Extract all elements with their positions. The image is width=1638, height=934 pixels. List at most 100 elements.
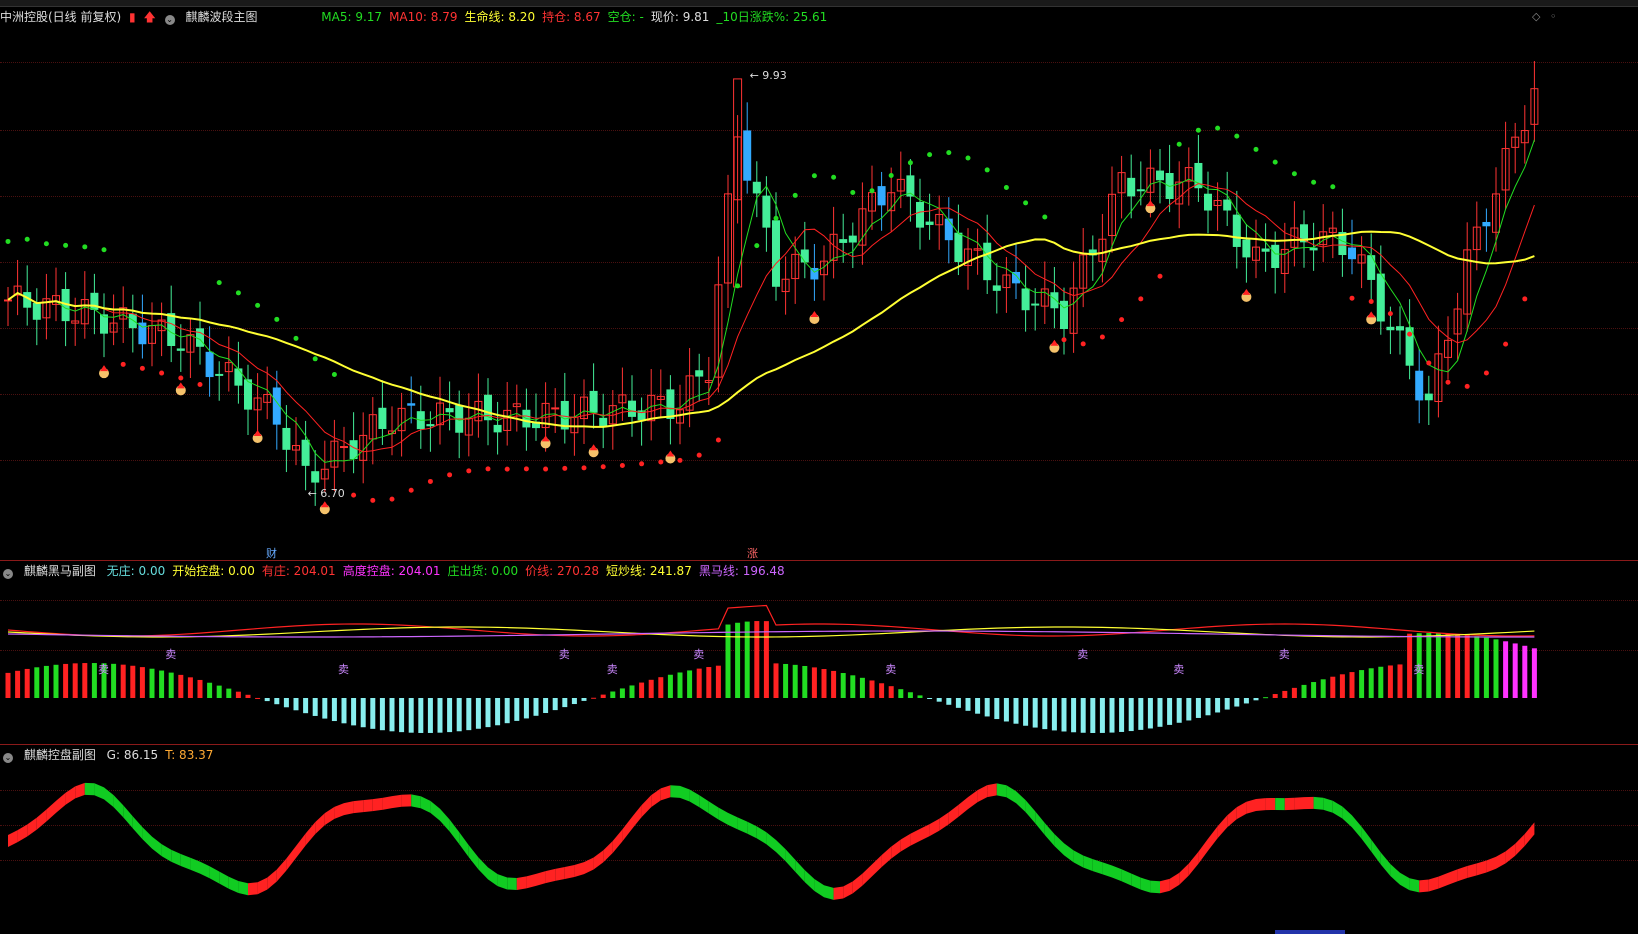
stop-dot-red xyxy=(370,497,376,503)
heima-bar xyxy=(341,698,347,724)
heima-bar xyxy=(984,698,990,717)
kongpan-band xyxy=(132,816,143,840)
stop-dot-red xyxy=(447,472,453,478)
heima-bar xyxy=(1330,676,1336,698)
stop-dot-red xyxy=(1445,379,1451,385)
kongpan-band xyxy=(209,866,220,884)
stop-dot-red xyxy=(1407,331,1413,337)
candle-body xyxy=(1021,288,1030,311)
heima-bar xyxy=(1349,672,1355,698)
stop-dot-red xyxy=(1349,295,1355,301)
heima-bar xyxy=(72,663,78,698)
heima-bar xyxy=(255,697,261,699)
heima-bar xyxy=(1176,698,1182,723)
heima-bar xyxy=(168,672,174,698)
kongpan-band xyxy=(1284,797,1295,811)
heima-bar xyxy=(639,682,645,698)
kongpan-band xyxy=(593,850,604,870)
heima-bar xyxy=(1099,698,1105,733)
candle-body xyxy=(4,299,12,302)
candle-body xyxy=(1396,326,1404,331)
heima-bar xyxy=(715,665,721,698)
heima-bar xyxy=(1263,697,1269,699)
kongpan-band xyxy=(996,783,1007,798)
stop-dot-red xyxy=(197,382,203,388)
candle-body xyxy=(301,439,310,466)
kongpan-band xyxy=(1073,850,1084,868)
buy-arrow-icon xyxy=(1242,288,1251,295)
kongpan-band xyxy=(1035,811,1045,835)
kongpan-band xyxy=(1083,855,1093,872)
scroll-indicator[interactable] xyxy=(1275,930,1345,934)
heima-bar xyxy=(82,663,88,698)
candlestick-chart[interactable]: ← 9.93 ← 6.70 财 涨 xyxy=(0,0,1638,560)
candle-body xyxy=(772,220,780,287)
kongpan-band xyxy=(843,881,853,899)
stop-dot-green xyxy=(1311,179,1317,185)
heima-bar xyxy=(399,698,405,733)
heima-bar xyxy=(312,698,318,716)
kongpan-band xyxy=(1246,798,1256,814)
heima-bar xyxy=(1167,698,1173,725)
heima-bar xyxy=(735,622,741,698)
kongpan-band xyxy=(171,849,181,866)
candle-body xyxy=(196,328,204,347)
heima-bar xyxy=(235,691,241,698)
kongpan-band xyxy=(1256,798,1266,811)
candle-body xyxy=(1136,189,1145,192)
stop-dot-green xyxy=(5,238,11,244)
heima-bar xyxy=(1464,635,1470,698)
kongpan-subchart[interactable] xyxy=(0,745,1638,931)
kongpan-band xyxy=(56,792,66,813)
heima-bar xyxy=(907,692,913,698)
heima-bar xyxy=(216,685,222,698)
heima-bar xyxy=(888,686,894,698)
kongpan-band xyxy=(977,785,988,803)
kongpan-band xyxy=(497,874,508,890)
candle-body xyxy=(916,201,924,228)
candle-body xyxy=(800,249,809,263)
heima-bar xyxy=(850,675,856,698)
stop-dot-green xyxy=(1195,127,1201,133)
heima-subchart[interactable]: 卖卖卖卖卖卖卖卖卖卖卖 xyxy=(0,560,1638,740)
stop-dot-green xyxy=(1234,133,1240,139)
kongpan-band xyxy=(814,879,824,898)
kongpan-band xyxy=(440,808,450,832)
stop-dot-red xyxy=(178,375,184,381)
kongpan-band xyxy=(180,853,191,870)
kongpan-band xyxy=(612,829,623,853)
heima-bar xyxy=(936,698,942,702)
kongpan-band xyxy=(190,857,200,874)
stop-dot-red xyxy=(504,466,510,472)
stop-dot-green xyxy=(735,283,741,289)
stop-dot-green xyxy=(927,152,933,158)
buy-arrow-icon xyxy=(541,435,550,442)
stop-dot-green xyxy=(1003,184,1009,190)
stop-dot-green xyxy=(1023,200,1029,206)
heima-bar xyxy=(1147,698,1153,729)
kongpan-band xyxy=(411,794,421,809)
kongpan-band xyxy=(75,782,85,799)
kongpan-band xyxy=(305,822,316,846)
kongpan-band xyxy=(584,857,594,875)
kongpan-band xyxy=(1486,856,1496,873)
kongpan-band xyxy=(872,855,882,877)
kongpan-band xyxy=(708,801,719,820)
candle-body xyxy=(1050,292,1059,309)
kongpan-band xyxy=(420,796,431,813)
heima-bar xyxy=(178,674,184,698)
stop-dot-red xyxy=(715,437,721,443)
kongpan-band xyxy=(1016,791,1026,813)
heima-bar xyxy=(831,670,837,698)
kongpan-band xyxy=(507,877,517,890)
heima-bar xyxy=(456,698,462,732)
candle-body xyxy=(378,407,387,429)
candle-body xyxy=(1261,248,1270,252)
kongpan-band xyxy=(449,819,460,845)
buy-arrow-icon xyxy=(1367,311,1376,318)
stop-dot-red xyxy=(159,370,165,376)
heima-bar xyxy=(1272,694,1278,698)
heima-bar xyxy=(197,679,203,698)
heima-bar xyxy=(15,670,21,698)
candle-body xyxy=(1127,177,1136,197)
